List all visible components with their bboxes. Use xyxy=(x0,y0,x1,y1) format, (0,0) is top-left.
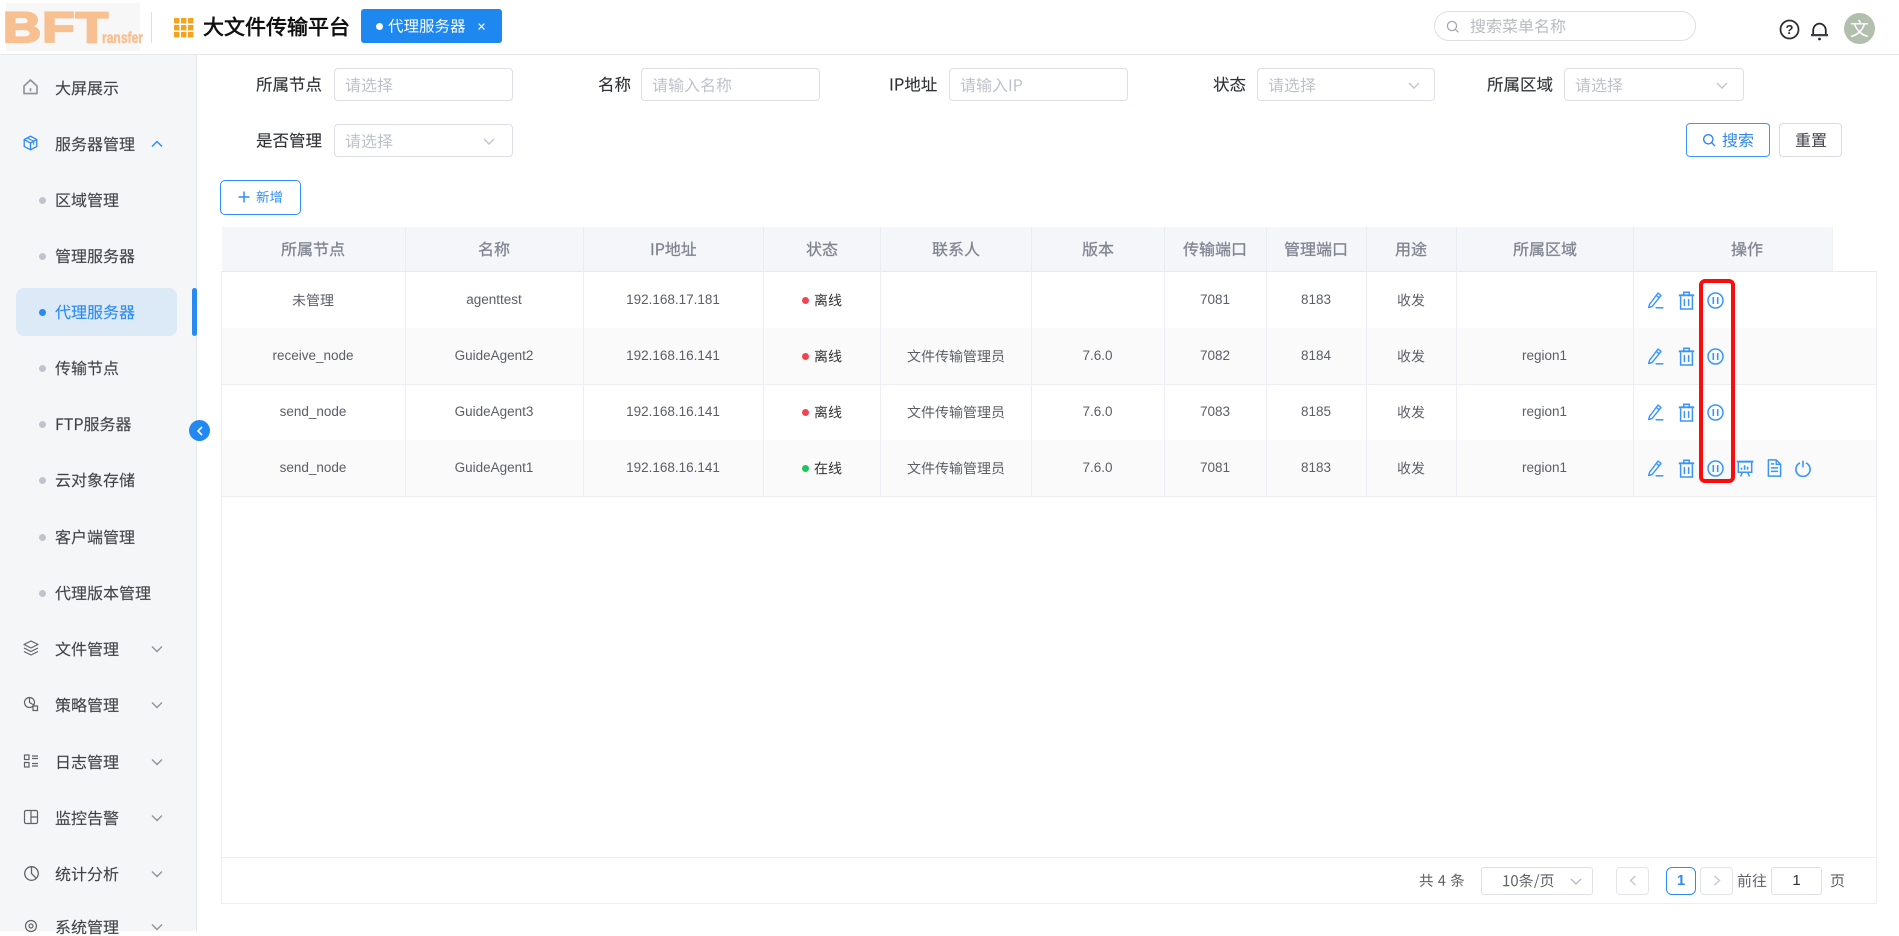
svg-text:?: ? xyxy=(1786,22,1794,37)
